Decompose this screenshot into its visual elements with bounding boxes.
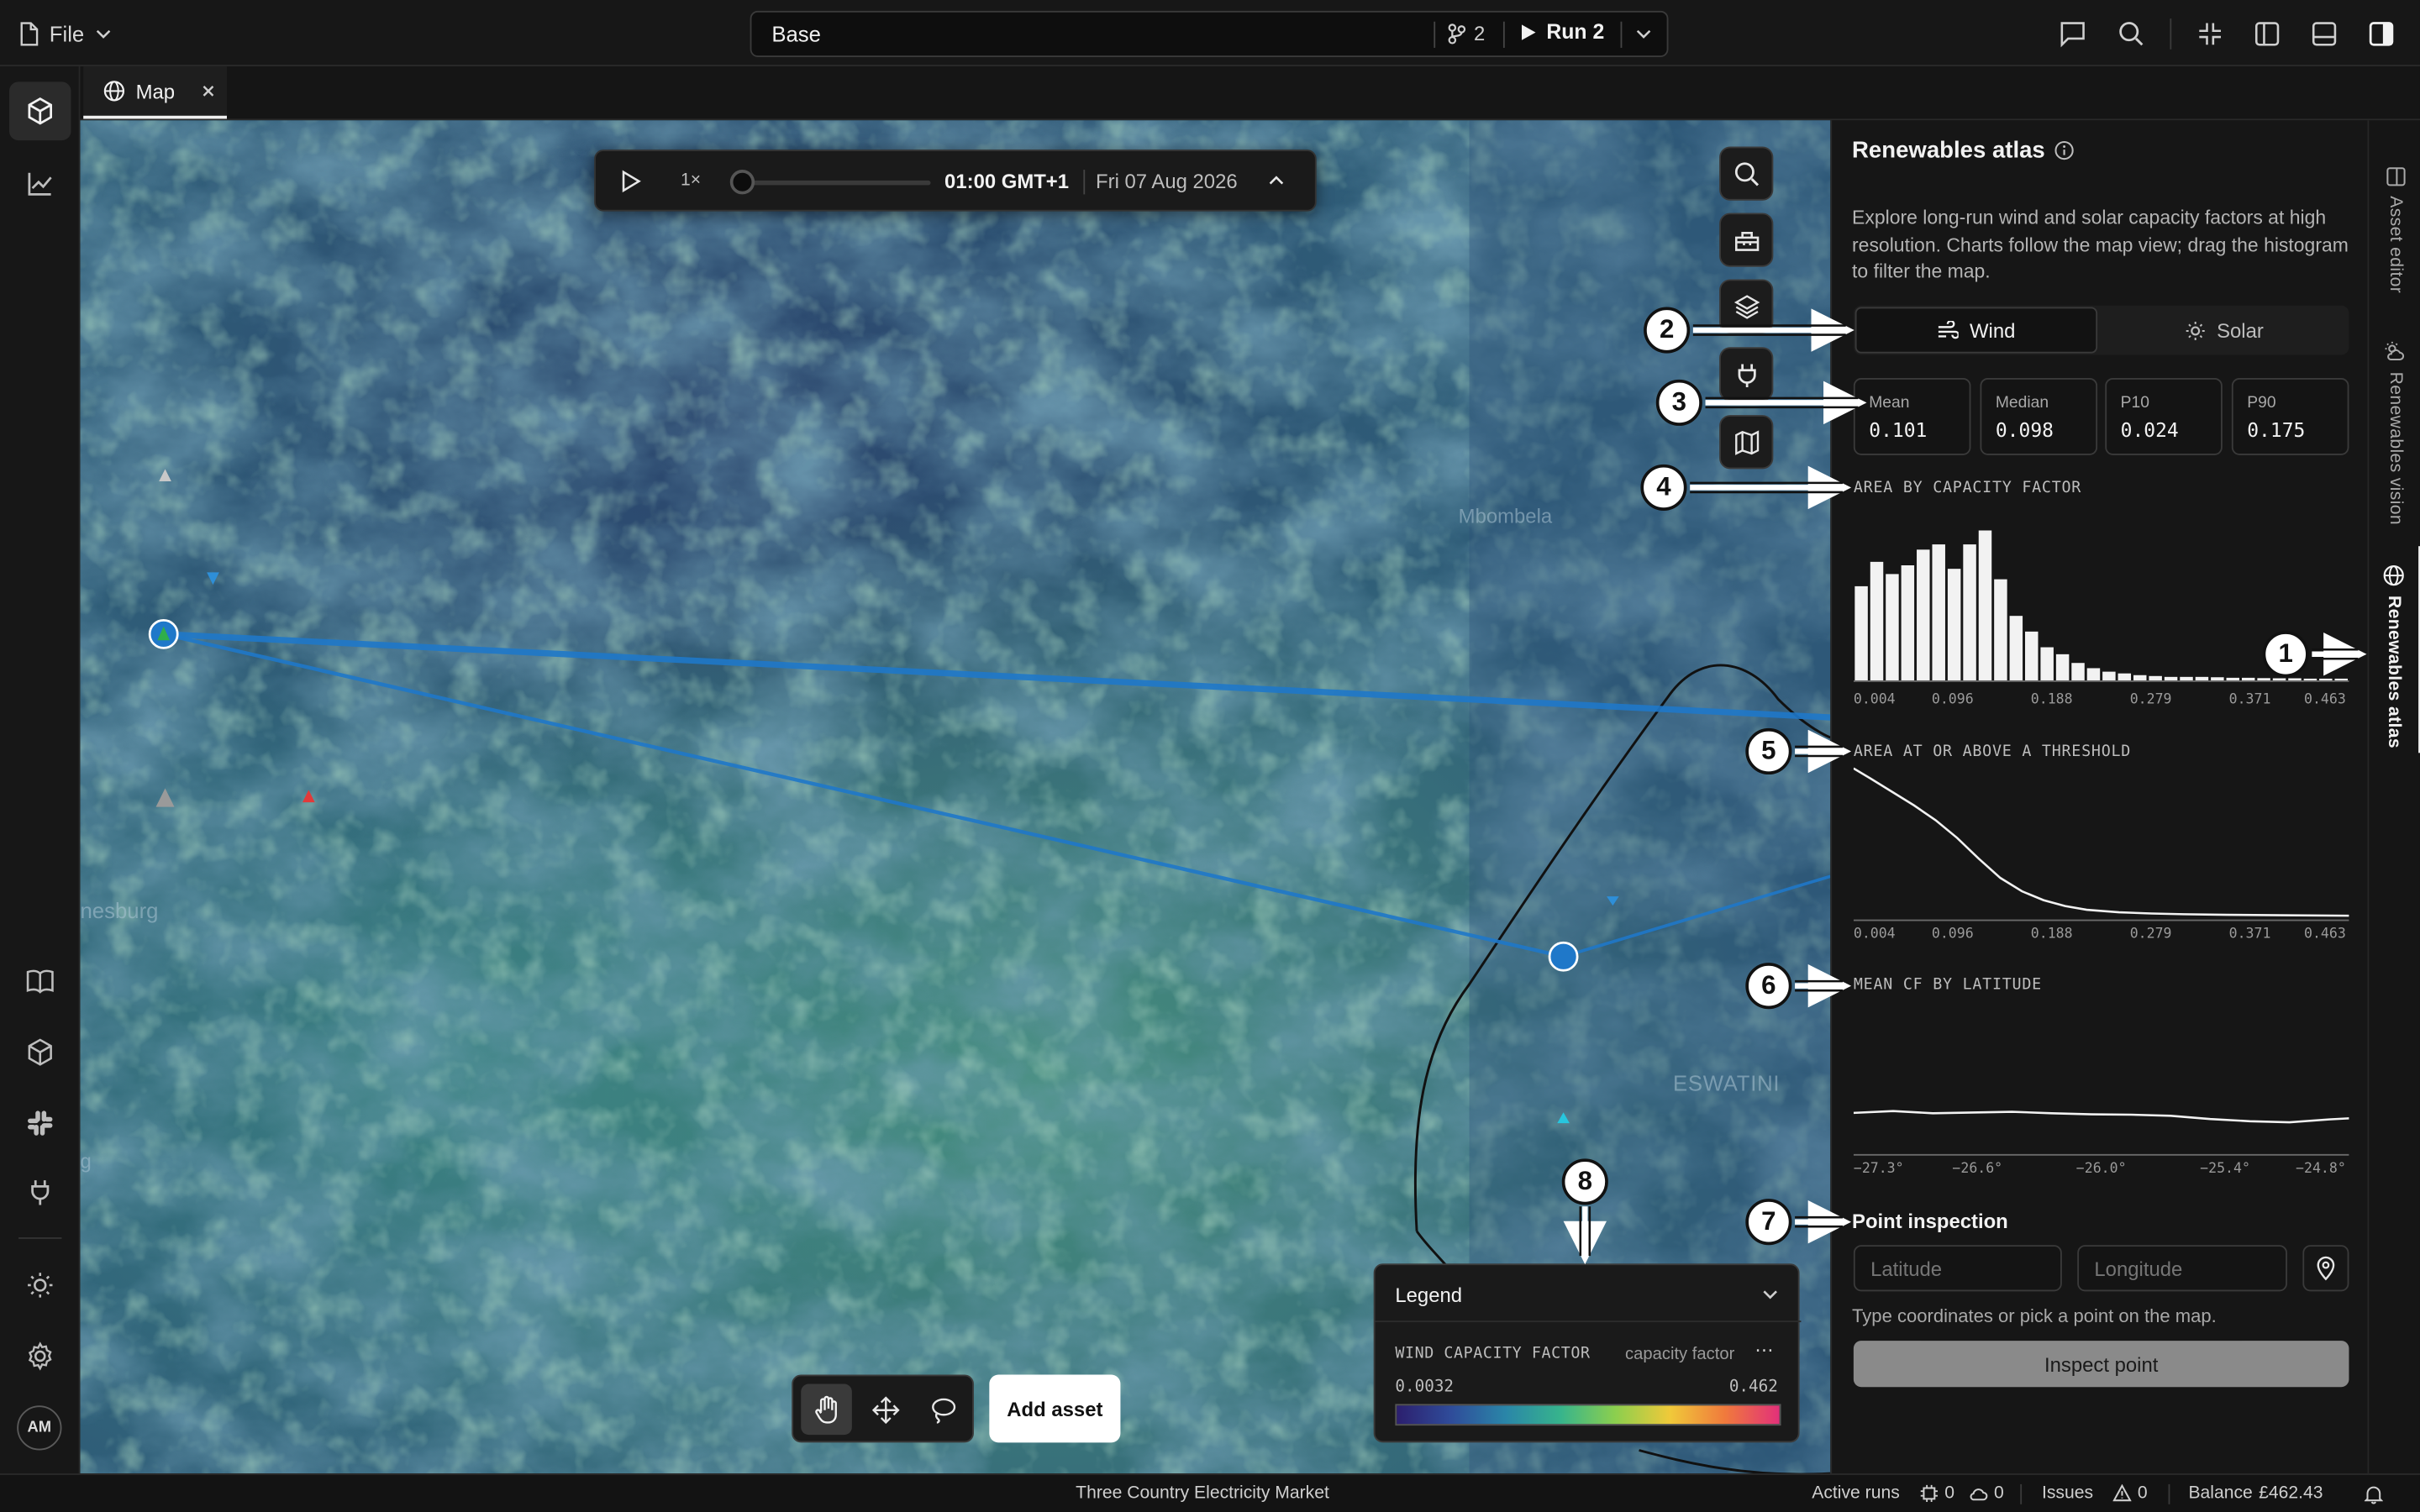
callout-arrows [1563,308,2367,1265]
callout-badge: 5 [1745,727,1792,775]
callout-badge: 6 [1745,963,1792,1010]
app-window: File Base 2 Run 2 AM Map Mbombela nesbur… [0,0,2420,1512]
callout-badge: 3 [1655,379,1702,426]
callout-badge: 4 [1640,464,1687,511]
callout-badge: 2 [1644,307,1691,354]
callout-badge: 1 [2262,631,2309,678]
callout-badge: 7 [1745,1199,1792,1246]
callout-badge: 8 [1561,1158,1608,1205]
